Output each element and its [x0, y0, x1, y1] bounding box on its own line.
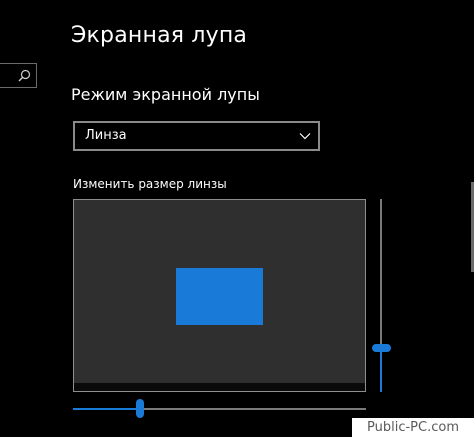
chevron-down-icon: [299, 133, 311, 140]
lens-preview: [73, 199, 366, 392]
lens-width-slider-thumb[interactable]: [136, 399, 144, 418]
lens-width-slider-fill: [73, 408, 141, 410]
magnifier-mode-heading: Режим экранной лупы: [71, 85, 260, 104]
magnifier-mode-dropdown[interactable]: Линза: [73, 121, 320, 151]
search-icon: [18, 69, 31, 82]
watermark: Public-PC.com: [352, 418, 474, 437]
page-title: Экранная лупа: [71, 23, 248, 48]
settings-search-input[interactable]: [0, 63, 37, 88]
lens-height-slider-thumb[interactable]: [372, 344, 391, 352]
lens-height-slider-fill: [380, 348, 382, 392]
magnifier-mode-value: Линза: [85, 128, 127, 143]
lens-rectangle: [176, 268, 263, 325]
preview-taskbar: [74, 383, 365, 391]
lens-size-label: Изменить размер линзы: [73, 177, 227, 191]
magnifier-settings-page: Экранная лупа Режим экранной лупы Линза …: [0, 0, 474, 437]
